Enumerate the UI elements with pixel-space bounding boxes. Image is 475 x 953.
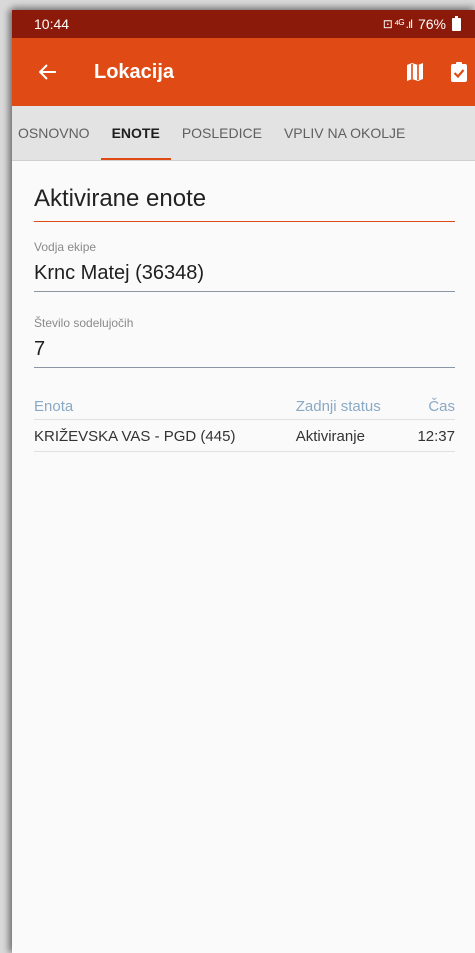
section-title: Aktivirane enote: [34, 161, 455, 222]
units-table: Enota Zadnji status Čas KRIŽEVSKA VAS - …: [34, 392, 455, 452]
column-header-unit: Enota: [34, 392, 296, 420]
participants-field: Število sodelujočih 7: [34, 316, 455, 368]
battery-icon: [452, 15, 461, 31]
cell-status: Aktiviranje: [295, 419, 407, 452]
tab-enote[interactable]: ENOTE: [100, 106, 172, 160]
team-leader-field: Vodja ekipe Krnc Matej (36348): [34, 240, 455, 292]
cell-time: 12:37: [406, 419, 455, 452]
signal-icon: ⊡ ⁴ᴳ .ıl: [382, 17, 413, 31]
participants-label: Število sodelujočih: [34, 316, 134, 330]
page-title: Lokacija: [94, 60, 175, 83]
phone-screen: 10:44 ⊡ ⁴ᴳ .ıl 76% Lokacija OSNOVNO ENOT…: [12, 10, 475, 953]
main-content: Aktivirane enote Vodja ekipe Krnc Matej …: [12, 161, 475, 452]
map-icon[interactable]: [403, 60, 427, 84]
tab-posledice[interactable]: POSLEDICE: [171, 106, 273, 160]
cell-unit: KRIŽEVSKA VAS - PGD (445): [34, 419, 296, 452]
table-header-row: Enota Zadnji status Čas: [34, 392, 455, 420]
table-row[interactable]: KRIŽEVSKA VAS - PGD (445) Aktiviranje 12…: [34, 419, 455, 452]
tab-osnovno[interactable]: OSNOVNO: [12, 106, 101, 160]
battery-percent: 76%: [417, 16, 446, 32]
app-bar-actions: [403, 38, 471, 106]
team-leader-label: Vodja ekipe: [34, 240, 97, 254]
clipboard-check-icon[interactable]: [447, 60, 471, 84]
status-time: 10:44: [34, 16, 70, 32]
status-bar: 10:44 ⊡ ⁴ᴳ .ıl 76%: [12, 10, 475, 38]
app-bar: Lokacija: [12, 38, 475, 106]
column-header-time: Čas: [406, 392, 455, 420]
column-header-status: Zadnji status: [295, 392, 407, 420]
participants-input[interactable]: 7: [34, 338, 455, 368]
team-leader-input[interactable]: Krnc Matej (36348): [34, 262, 455, 292]
status-indicators: ⊡ ⁴ᴳ .ıl 76%: [382, 15, 461, 32]
back-arrow-icon[interactable]: [34, 58, 62, 86]
tab-vpliv-na-okolje[interactable]: VPLIV NA OKOLJE: [273, 106, 416, 160]
tab-bar: OSNOVNO ENOTE POSLEDICE VPLIV NA OKOLJE: [12, 106, 475, 161]
